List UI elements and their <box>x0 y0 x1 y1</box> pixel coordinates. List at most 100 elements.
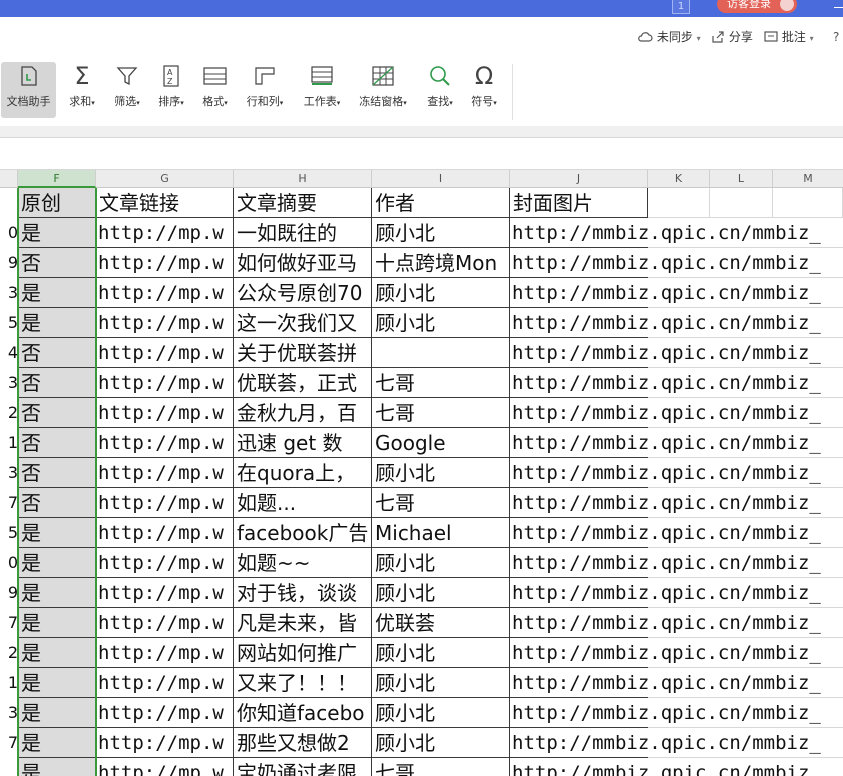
cell-summary[interactable]: 如题... <box>234 488 372 518</box>
minimize-icon[interactable] <box>834 7 843 8</box>
cell-k[interactable] <box>648 308 710 338</box>
cell-l[interactable] <box>710 308 773 338</box>
cell-link[interactable]: http://mp.w <box>96 278 234 308</box>
cell-link[interactable]: http://mp.w <box>96 458 234 488</box>
header-cell-l[interactable] <box>710 188 773 218</box>
cell-original[interactable]: 是 <box>18 278 96 308</box>
cell-link[interactable]: http://mp.w <box>96 698 234 728</box>
column-header-l[interactable]: L <box>710 170 773 188</box>
cell-cover[interactable]: http://mmbiz.qpic.cn/mmbiz_ <box>510 608 821 638</box>
cell-author[interactable]: 顾小北 <box>372 218 510 248</box>
cell-l[interactable] <box>710 248 773 278</box>
column-header-j[interactable]: J <box>510 170 648 188</box>
cell-l[interactable] <box>710 218 773 248</box>
cell-original[interactable]: 否 <box>18 428 96 458</box>
cell-m[interactable] <box>773 668 843 698</box>
cell-author[interactable]: 顾小北 <box>372 308 510 338</box>
cell-m[interactable] <box>773 278 843 308</box>
cell-cover[interactable]: http://mmbiz.qpic.cn/mmbiz_ <box>510 518 821 548</box>
cell-k[interactable] <box>648 428 710 458</box>
header-cell-m[interactable] <box>773 188 843 218</box>
cell-link[interactable]: http://mp.w <box>96 518 234 548</box>
cell-l[interactable] <box>710 488 773 518</box>
cell-l[interactable] <box>710 728 773 758</box>
cell-link[interactable]: http://mp.w <box>96 428 234 458</box>
cell-k[interactable] <box>648 518 710 548</box>
cell-link[interactable]: http://mp.w <box>96 638 234 668</box>
cell-k[interactable] <box>648 548 710 578</box>
cell-m[interactable] <box>773 608 843 638</box>
cell-summary[interactable]: 对于钱，谈谈 <box>234 578 372 608</box>
cell-k[interactable] <box>648 278 710 308</box>
header-cell-k[interactable] <box>648 188 710 218</box>
column-header-g[interactable]: G <box>96 170 234 188</box>
comment-button[interactable]: 批注 ▾ <box>764 30 814 46</box>
header-cell-link[interactable]: 文章链接 <box>96 188 234 218</box>
cell-original[interactable]: 否 <box>18 368 96 398</box>
cell-original[interactable]: 否 <box>18 248 96 278</box>
header-cell-original[interactable]: 原创 <box>18 188 96 218</box>
cell-summary[interactable]: 这一次我们又 <box>234 308 372 338</box>
cell-m[interactable] <box>773 578 843 608</box>
cell-l[interactable] <box>710 698 773 728</box>
cell-author[interactable]: 七哥 <box>372 758 510 776</box>
cell-link[interactable]: http://mp.w <box>96 728 234 758</box>
cell-original[interactable]: 是 <box>18 698 96 728</box>
cell-original[interactable]: 是 <box>18 758 96 776</box>
cell-m[interactable] <box>773 428 843 458</box>
cell-author[interactable]: Michael <box>372 518 510 548</box>
cell-link[interactable]: http://mp.w <box>96 668 234 698</box>
cell-m[interactable] <box>773 728 843 758</box>
cell-cover[interactable]: http://mmbiz.qpic.cn/mmbiz_ <box>510 218 821 248</box>
cell-summary[interactable]: 如题~~ <box>234 548 372 578</box>
column-header-k[interactable]: K <box>648 170 710 188</box>
cell-m[interactable] <box>773 338 843 368</box>
cell-cover[interactable]: http://mmbiz.qpic.cn/mmbiz_ <box>510 368 821 398</box>
cell-k[interactable] <box>648 608 710 638</box>
cell-l[interactable] <box>710 608 773 638</box>
help-icon[interactable]: ? <box>833 30 839 44</box>
cell-original[interactable]: 是 <box>18 518 96 548</box>
tab-count-badge[interactable]: 1 <box>672 0 690 14</box>
cell-summary[interactable]: 那些又想做2 <box>234 728 372 758</box>
cell-summary[interactable]: 凡是未来，皆 <box>234 608 372 638</box>
cell-author[interactable]: 顾小北 <box>372 638 510 668</box>
cell-m[interactable] <box>773 248 843 278</box>
cell-m[interactable] <box>773 638 843 668</box>
cell-original[interactable]: 是 <box>18 548 96 578</box>
column-header-stub[interactable] <box>0 170 18 188</box>
cell-summary[interactable]: 关于优联荟拼 <box>234 338 372 368</box>
cell-author[interactable]: 顾小北 <box>372 278 510 308</box>
ribbon-search[interactable]: 查找▾ <box>421 62 459 118</box>
cell-summary[interactable]: 一如既往的 <box>234 218 372 248</box>
cell-l[interactable] <box>710 368 773 398</box>
cell-link[interactable]: http://mp.w <box>96 608 234 638</box>
cell-summary[interactable]: 优联荟，正式 <box>234 368 372 398</box>
cell-author[interactable]: 顾小北 <box>372 698 510 728</box>
cell-m[interactable] <box>773 488 843 518</box>
cell-original[interactable]: 是 <box>18 608 96 638</box>
cell-m[interactable] <box>773 758 843 776</box>
cell-summary[interactable]: 网站如何推广 <box>234 638 372 668</box>
ribbon-filter[interactable]: 筛选▾ <box>108 62 146 118</box>
cell-cover[interactable]: http://mmbiz.qpic.cn/mmbiz_ <box>510 398 821 428</box>
cell-cover[interactable]: http://mmbiz.qpic.cn/mmbiz_ <box>510 248 821 278</box>
cell-original[interactable]: 是 <box>18 218 96 248</box>
cell-link[interactable]: http://mp.w <box>96 308 234 338</box>
cell-original[interactable]: 否 <box>18 338 96 368</box>
cell-author[interactable] <box>372 338 510 368</box>
column-header-h[interactable]: H <box>234 170 372 188</box>
cell-cover[interactable]: http://mmbiz.qpic.cn/mmbiz_ <box>510 668 821 698</box>
ribbon-doc-assistant[interactable]: 文档助手 <box>1 62 56 118</box>
cell-l[interactable] <box>710 548 773 578</box>
cell-k[interactable] <box>648 698 710 728</box>
cell-l[interactable] <box>710 278 773 308</box>
cell-k[interactable] <box>648 458 710 488</box>
cell-link[interactable]: http://mp.w <box>96 248 234 278</box>
cell-l[interactable] <box>710 428 773 458</box>
ribbon-rows-cols[interactable]: 行和列▾ <box>241 62 289 118</box>
cell-l[interactable] <box>710 398 773 428</box>
formula-bar[interactable] <box>0 137 843 170</box>
share-button[interactable]: 分享 <box>712 30 753 44</box>
cell-original[interactable]: 是 <box>18 308 96 338</box>
